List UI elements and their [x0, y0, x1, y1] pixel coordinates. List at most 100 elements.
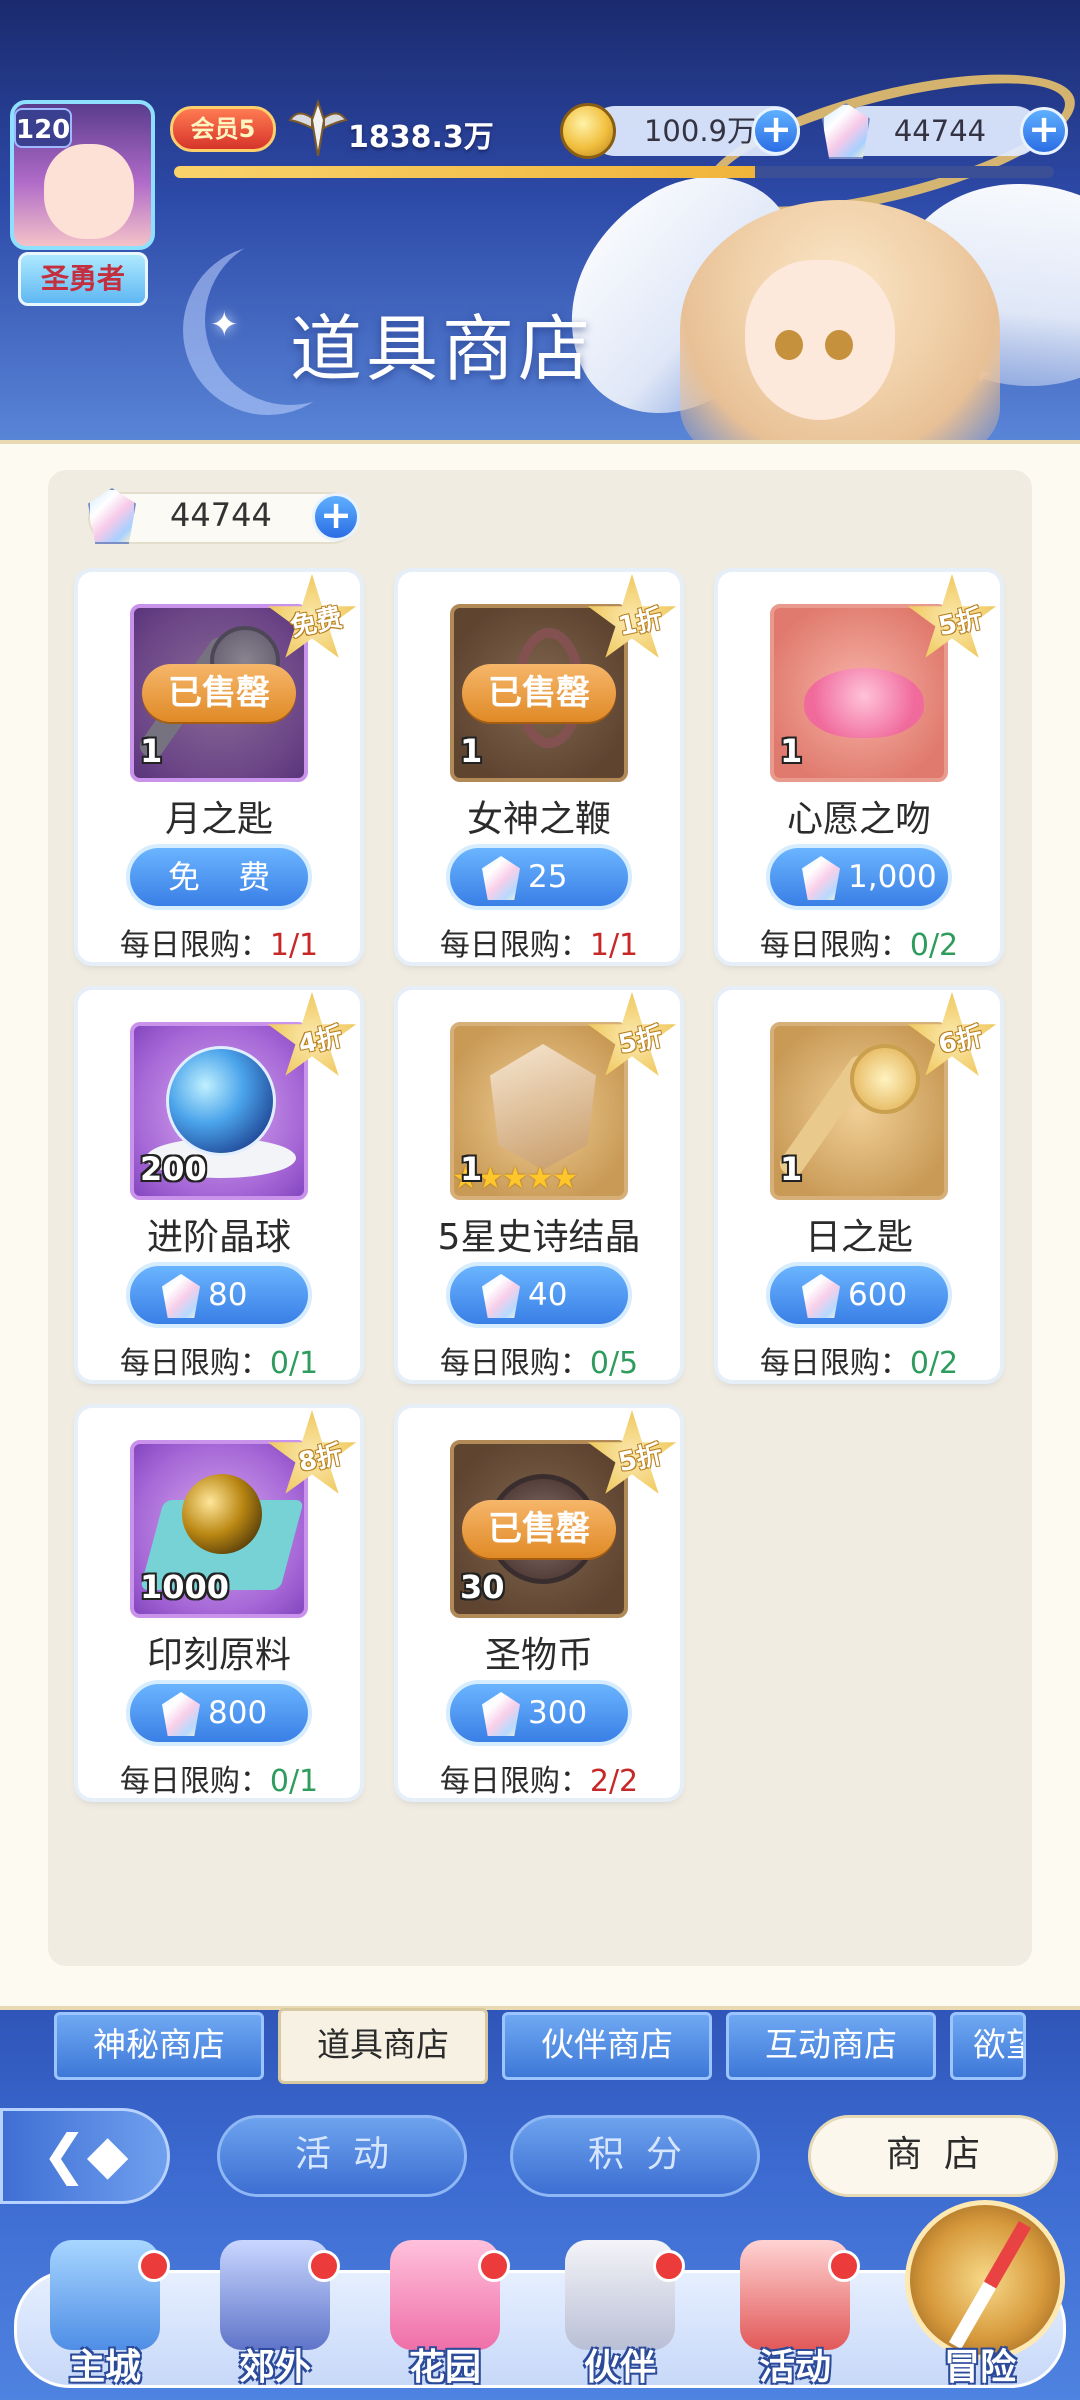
- shop-item-card[interactable]: 200 4折 进阶晶球 80 每日限购：0/1: [78, 990, 360, 1381]
- diamond-icon: [802, 1274, 840, 1318]
- item-quantity: 200: [140, 1150, 207, 1188]
- daily-limit-bought: 0: [269, 1764, 289, 1799]
- shop-item-card[interactable]: 1 已售罄 1折 女神之鞭 25 每日限购：1/1: [398, 572, 680, 963]
- add-gems-button[interactable]: +: [1020, 107, 1068, 155]
- price-label: 25: [528, 859, 568, 895]
- shop-item-card[interactable]: 30 已售罄 5折 圣物币 300 每日限购：2/2: [398, 1408, 680, 1800]
- item-icon[interactable]: ★★★★★ 1: [450, 1022, 628, 1200]
- nav-item[interactable]: 花园: [370, 2240, 520, 2398]
- item-icon[interactable]: 1 已售罄: [450, 604, 628, 782]
- shop-tab[interactable]: 神秘商店: [54, 2012, 264, 2080]
- nav-item[interactable]: 伙伴: [545, 2240, 695, 2398]
- buy-button[interactable]: 600: [766, 1262, 952, 1328]
- back-button[interactable]: ❮◆: [0, 2108, 170, 2204]
- daily-limit-label: 每日限购：: [439, 928, 590, 963]
- nav-label: 花园: [408, 2347, 481, 2388]
- item-quantity: 1: [460, 1150, 483, 1188]
- shop-item-card[interactable]: 1000 8折 印刻原料 800 每日限购：0/1: [78, 1408, 360, 1800]
- sub-menu-button[interactable]: 商店: [808, 2115, 1058, 2197]
- item-quantity: 30: [460, 1568, 505, 1606]
- daily-limit-max: 5: [619, 1346, 639, 1381]
- diamond-icon: [802, 856, 840, 900]
- item-icon[interactable]: 1: [770, 1022, 948, 1200]
- daily-limit: 每日限购：1/1: [78, 920, 360, 964]
- shop-item-card[interactable]: 1 6折 日之匙 600 每日限购：0/2: [718, 990, 1000, 1382]
- lips-art: [804, 668, 924, 738]
- price-label: 40: [528, 1277, 568, 1313]
- buy-button[interactable]: 25: [446, 844, 632, 910]
- nav-label: 主城: [68, 2347, 141, 2388]
- diamond-icon: [482, 1692, 520, 1736]
- item-quantity: 1: [140, 732, 163, 770]
- buy-button[interactable]: 免 费: [126, 844, 312, 910]
- daily-limit: 每日限购：0/2: [718, 920, 1000, 964]
- item-icon[interactable]: 1000: [130, 1440, 308, 1618]
- power-wings-icon: [288, 98, 348, 157]
- shop-gem-balance-value: 44744: [170, 496, 272, 534]
- shop-item-card[interactable]: ★★★★★ 1 5折 5星史诗结晶 40 每日限购：0/5: [398, 990, 680, 1382]
- nav-label: 活动: [758, 2347, 831, 2388]
- item-name: 圣物币: [484, 1635, 593, 1676]
- price-label: 800: [208, 1695, 268, 1731]
- item-icon[interactable]: 30 已售罄: [450, 1440, 628, 1618]
- daily-limit: 每日限购：0/2: [718, 1338, 1000, 1382]
- buy-button[interactable]: 80: [126, 1262, 312, 1328]
- item-name: 进阶晶球: [146, 1217, 291, 1258]
- daily-limit-label: 每日限购：: [119, 1764, 270, 1799]
- daily-limit-max: 2: [939, 928, 959, 963]
- gem-balance-pill: 44744: [840, 106, 1040, 156]
- daily-limit-label: 每日限购：: [119, 1346, 270, 1381]
- sub-menu-button[interactable]: 活动: [217, 2115, 467, 2197]
- diamond-icon: [162, 1692, 200, 1736]
- shop-item-card[interactable]: 1 已售罄 免费 月之匙免 费每日限购：1/1: [78, 572, 360, 964]
- item-icon[interactable]: 1 已售罄: [130, 604, 308, 782]
- experience-bar-fill: [174, 166, 755, 178]
- buy-button[interactable]: 300: [446, 1680, 632, 1746]
- nav-item[interactable]: 郊外: [200, 2240, 350, 2398]
- player-title-badge[interactable]: 圣勇者: [18, 252, 148, 306]
- discount-label: 5折: [935, 603, 986, 643]
- item-name: 日之匙: [804, 1217, 913, 1258]
- coin-balance-value: 100.9万: [643, 114, 757, 148]
- item-icon[interactable]: 200: [130, 1022, 308, 1200]
- daily-limit: 每日限购：2/2: [398, 1756, 680, 1800]
- crystal-art: [490, 1044, 596, 1170]
- daily-limit-label: 每日限购：: [439, 1764, 590, 1799]
- nav-item[interactable]: 主城: [30, 2240, 180, 2398]
- angel-eye: [825, 330, 853, 360]
- orb-art: [166, 1046, 276, 1156]
- sold-out-badge: 已售罄: [462, 664, 616, 722]
- vip-badge[interactable]: 会员5: [170, 106, 276, 152]
- daily-limit-max: 1: [299, 928, 319, 963]
- price-label: 600: [848, 1277, 908, 1313]
- daily-limit-slash: /: [288, 1764, 300, 1799]
- shop-item-card[interactable]: 1 5折 心愿之吻 1,000 每日限购：0/2: [718, 572, 1000, 964]
- buy-button[interactable]: 1,000: [766, 844, 952, 910]
- shop-tab[interactable]: 伙伴商店: [502, 2012, 712, 2080]
- sub-menu-button[interactable]: 积分: [510, 2115, 760, 2197]
- nav-item[interactable]: 冒险: [905, 2240, 1055, 2398]
- discount-label: 1折: [615, 603, 666, 643]
- sparkle-icon: ✦: [210, 305, 239, 345]
- shop-tab[interactable]: 道具商店: [278, 2008, 488, 2084]
- shop-tab[interactable]: 欲望: [950, 2012, 1026, 2080]
- item-name: 女神之鞭: [466, 799, 611, 840]
- daily-limit-slash: /: [288, 1346, 300, 1381]
- angel-eye: [775, 330, 803, 360]
- daily-limit: 每日限购：0/5: [398, 1338, 680, 1382]
- daily-limit: 每日限购：0/1: [78, 1756, 360, 1800]
- shop-tab[interactable]: 互动商店: [726, 2012, 936, 2080]
- item-name: 印刻原料: [146, 1635, 291, 1676]
- buy-button[interactable]: 40: [446, 1262, 632, 1328]
- add-coins-button[interactable]: +: [752, 107, 800, 155]
- item-quantity: 1000: [140, 1568, 230, 1606]
- item-icon[interactable]: 1: [770, 604, 948, 782]
- nav-item[interactable]: 活动: [720, 2240, 870, 2398]
- daily-limit-bought: 0: [269, 1346, 289, 1381]
- notification-dot: [308, 2250, 340, 2282]
- back-arrow-icon: ❮◆: [41, 2123, 129, 2186]
- daily-limit-max: 2: [939, 1346, 959, 1381]
- buy-button[interactable]: 800: [126, 1680, 312, 1746]
- shop-add-gems-button[interactable]: +: [312, 493, 360, 541]
- daily-limit-max: 1: [619, 928, 639, 963]
